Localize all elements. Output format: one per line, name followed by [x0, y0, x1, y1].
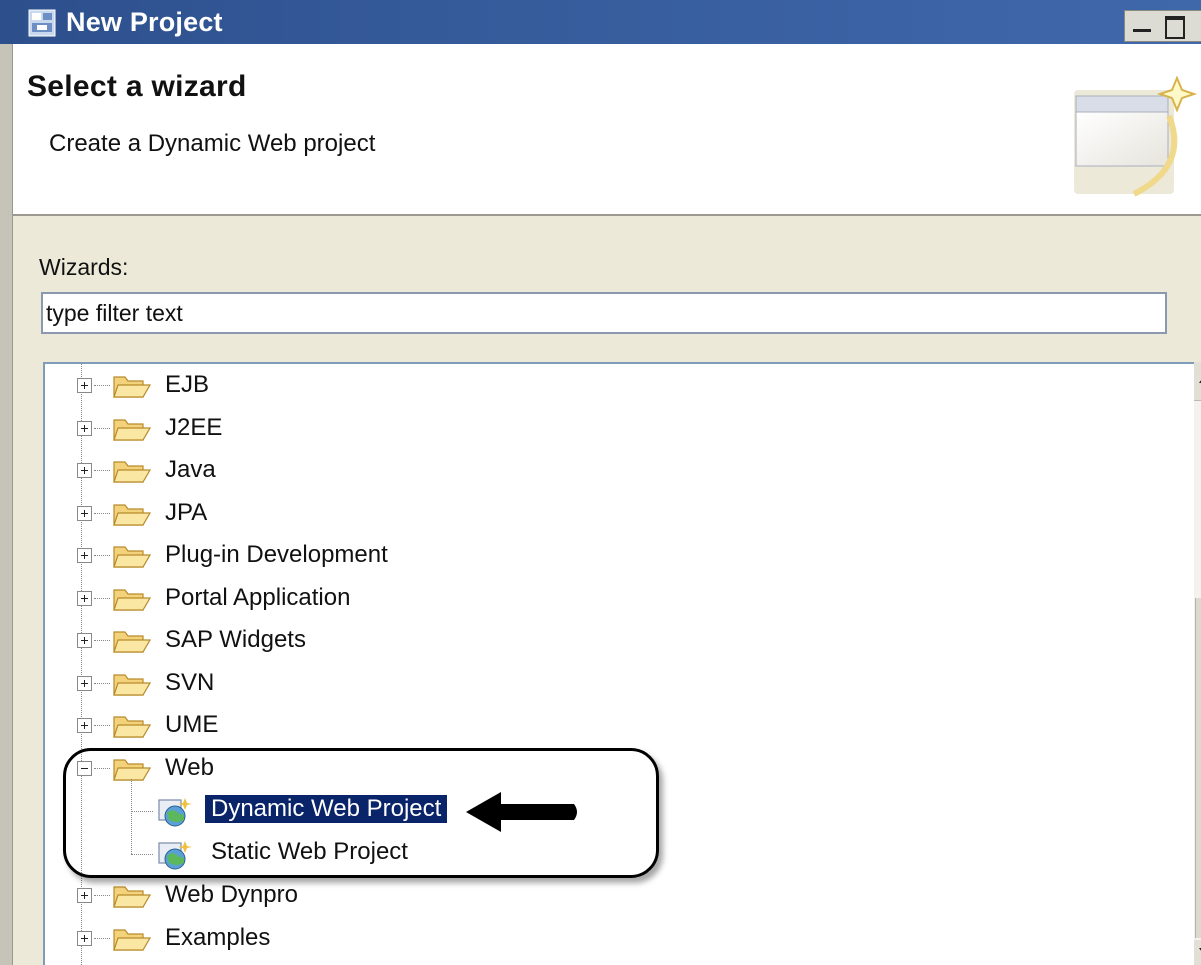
tree-connector: [94, 937, 110, 939]
tree-connector: [94, 597, 110, 599]
tree-category-row[interactable]: J2EE: [77, 409, 677, 449]
scroll-down-button[interactable]: [1194, 940, 1201, 965]
title-bar: New Project: [0, 0, 1201, 44]
expand-icon[interactable]: [77, 930, 92, 946]
page-title: Select a wizard: [27, 70, 247, 103]
wizard-banner-icon: [1074, 76, 1198, 197]
tree-category-label: Portal Application: [165, 583, 351, 611]
tree-category-row[interactable]: Plug-in Development: [77, 536, 677, 576]
tree-connector: [94, 895, 110, 896]
wizard-header: Select a wizard Create a Dynamic Web pro…: [13, 44, 1201, 216]
tree-category-label: Web Dynpro: [165, 881, 298, 908]
window-controls: [1124, 10, 1201, 42]
expand-icon[interactable]: [77, 378, 92, 393]
tree-connector: [94, 470, 110, 471]
wizard-filter-input[interactable]: [41, 292, 1167, 334]
expand-icon[interactable]: [77, 590, 92, 606]
folder-icon: [113, 716, 151, 738]
tree-category-label: EJB: [165, 371, 210, 398]
tree-connector: [94, 555, 110, 556]
expand-icon[interactable]: [77, 505, 92, 521]
tree-category-label: UME: [165, 711, 219, 738]
folder-icon: [113, 418, 151, 441]
tree-category-label: SVN: [165, 668, 215, 696]
folder-icon: [113, 503, 151, 526]
expand-icon[interactable]: [77, 548, 92, 563]
folder-icon: [113, 461, 151, 483]
folder-icon: [113, 673, 151, 696]
expand-icon[interactable]: [77, 420, 92, 436]
expand-icon[interactable]: [77, 633, 92, 648]
folder-icon: [113, 546, 151, 568]
tree-category-row[interactable]: SVN: [77, 664, 677, 704]
tree-connector: [94, 427, 110, 429]
minimize-button[interactable]: [1133, 29, 1151, 32]
tree-category-label: Plug-in Development: [165, 541, 388, 568]
tree-category-row[interactable]: Web Dynpro: [77, 876, 677, 916]
folder-icon: [113, 588, 151, 611]
pointer-arrow-icon: [466, 792, 577, 832]
expand-icon[interactable]: [77, 718, 92, 733]
tree-connector: [94, 385, 110, 386]
scroll-up-button[interactable]: [1194, 362, 1201, 401]
tree-category-row[interactable]: JPA: [77, 494, 677, 534]
folder-icon: [113, 376, 151, 398]
scroll-thumb[interactable]: [1195, 598, 1201, 938]
tree-category-row[interactable]: EJB: [77, 366, 677, 406]
tree-category-row[interactable]: UME: [77, 706, 677, 746]
tree-category-label: J2EE: [165, 413, 223, 441]
tree-category-label: JPA: [165, 498, 208, 526]
wizards-label: Wizards:: [39, 254, 129, 280]
tree-category-label: Java: [165, 456, 216, 483]
tree-category-label: SAP Widgets: [165, 626, 306, 653]
tree-category-row[interactable]: Java: [77, 451, 677, 491]
window-title: New Project: [66, 7, 223, 37]
expand-icon[interactable]: [77, 463, 92, 478]
maximize-button[interactable]: [1165, 16, 1185, 39]
folder-icon: [113, 886, 151, 908]
tree-category-row[interactable]: Portal Application: [77, 579, 677, 619]
tree-category-row[interactable]: Examples: [77, 919, 677, 959]
tree-category-row[interactable]: SAP Widgets: [77, 621, 677, 661]
tree-connector: [94, 725, 110, 726]
page-description: Create a Dynamic Web project: [49, 130, 376, 157]
tree-connector: [94, 640, 110, 641]
window-frame-left: [0, 44, 13, 965]
expand-icon[interactable]: [77, 675, 92, 691]
tree-connector: [94, 682, 110, 684]
folder-icon: [113, 928, 151, 951]
tree-connector: [94, 512, 110, 514]
tree-category-label: Examples: [165, 923, 271, 951]
folder-icon: [113, 631, 151, 653]
new-project-icon: [28, 9, 56, 37]
expand-icon[interactable]: [77, 888, 92, 903]
tree-scrollbar[interactable]: [1194, 362, 1201, 965]
